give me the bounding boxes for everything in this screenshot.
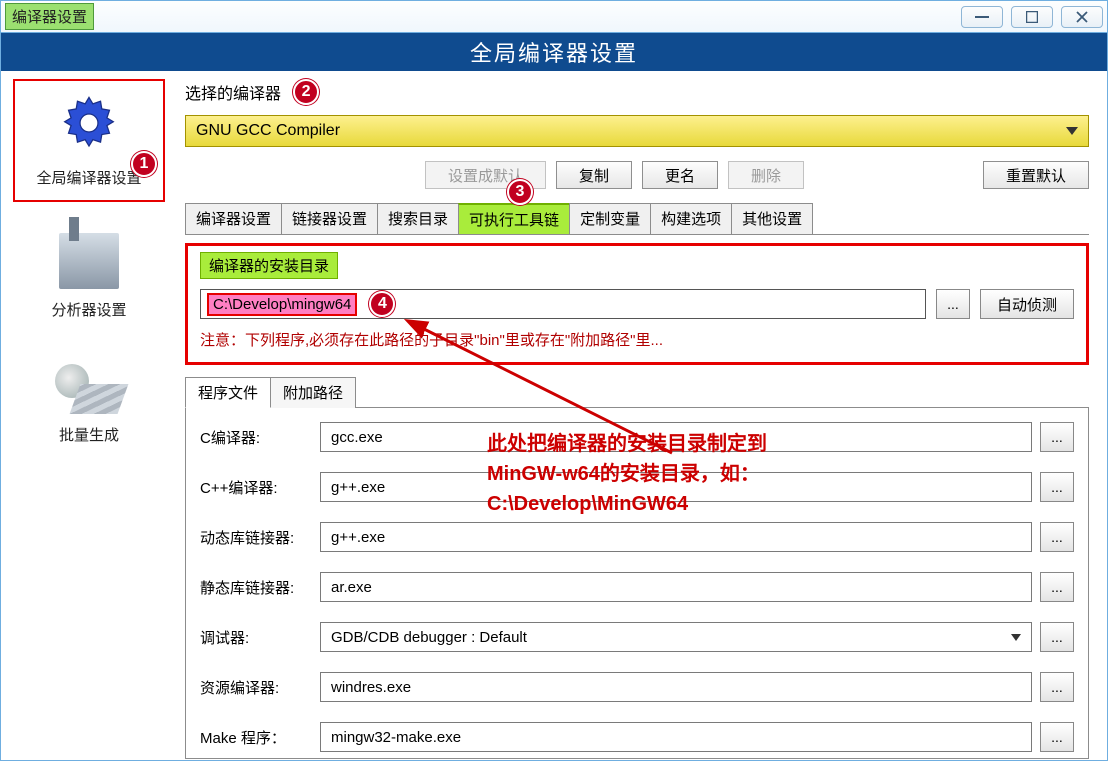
cpp-compiler-label: C++编译器: [200, 477, 312, 498]
tab-compiler-settings[interactable]: 编译器设置 [185, 203, 282, 234]
window-title: 编译器设置 [5, 3, 94, 30]
sidebar-item-profiler[interactable]: 分析器设置 [1, 220, 177, 333]
subtab-extra-paths[interactable]: 附加路径 [270, 377, 356, 408]
window: 编译器设置 全局编译器设置 全局编译器设置 分析器设置 批量生成 [0, 0, 1108, 761]
make-input[interactable]: mingw32-make.exe [320, 722, 1032, 752]
cpp-compiler-browse[interactable]: ... [1040, 472, 1074, 502]
main-panel: 选择的编译器 2 GNU GCC Compiler 设置成默认 复制 更名 删除… [177, 71, 1107, 760]
profiler-icon [59, 233, 119, 289]
titlebar: 编译器设置 [1, 1, 1107, 33]
statlink-label: 静态库链接器: [200, 577, 312, 598]
programs-panel: C编译器: gcc.exe ... C++编译器: g++.exe ... 动态… [185, 407, 1089, 759]
cpp-compiler-input[interactable]: g++.exe [320, 472, 1032, 502]
annotation-badge-2: 2 [293, 79, 319, 105]
res-compiler-input[interactable]: windres.exe [320, 672, 1032, 702]
statlink-browse[interactable]: ... [1040, 572, 1074, 602]
minimize-button[interactable] [961, 6, 1003, 28]
reset-button[interactable]: 重置默认 [983, 161, 1089, 189]
rename-button[interactable]: 更名 [642, 161, 718, 189]
install-note: 注意：下列程序,必须存在此路径的子目录"bin"里或存在"附加路径"里... [200, 329, 1074, 350]
c-compiler-input[interactable]: gcc.exe [320, 422, 1032, 452]
sidebar-item-batch[interactable]: 批量生成 [1, 351, 177, 458]
compiler-value: GNU GCC Compiler [196, 122, 340, 140]
annotation-badge-3: 3 [507, 179, 533, 205]
sidebar-item-global-compiler[interactable]: 全局编译器设置 [13, 79, 165, 202]
statlink-input[interactable]: ar.exe [320, 572, 1032, 602]
res-compiler-browse[interactable]: ... [1040, 672, 1074, 702]
make-label: Make 程序： [200, 727, 312, 748]
sidebar-item-label: 分析器设置 [2, 299, 176, 320]
install-dir-group: 编译器的安装目录 C:\Develop\mingw64 4 ... 自动侦测 注… [185, 243, 1089, 365]
install-dir-label: 编译器的安装目录 [200, 252, 338, 279]
install-path-input[interactable]: C:\Develop\mingw64 4 [200, 289, 926, 319]
tab-linker-settings[interactable]: 链接器设置 [281, 203, 378, 234]
auto-detect-button[interactable]: 自动侦测 [980, 289, 1074, 319]
tabs: 编译器设置 链接器设置 搜索目录 可执行工具链 定制变量 构建选项 其他设置 [185, 203, 1089, 235]
chevron-down-icon [1066, 127, 1078, 135]
subtab-programs[interactable]: 程序文件 [185, 377, 271, 408]
close-button[interactable] [1061, 6, 1103, 28]
c-compiler-browse[interactable]: ... [1040, 422, 1074, 452]
browse-button[interactable]: ... [936, 289, 970, 319]
subtabs: 程序文件 附加路径 [185, 377, 1089, 408]
annotation-badge-4: 4 [369, 291, 395, 317]
dynlink-input[interactable]: g++.exe [320, 522, 1032, 552]
tab-toolchain[interactable]: 可执行工具链 [458, 203, 570, 234]
c-compiler-label: C编译器: [200, 427, 312, 448]
debugger-browse[interactable]: ... [1040, 622, 1074, 652]
res-compiler-label: 资源编译器: [200, 677, 312, 698]
maximize-button[interactable] [1011, 6, 1053, 28]
tab-other[interactable]: 其他设置 [731, 203, 813, 234]
banner-title: 全局编译器设置 [1, 33, 1107, 71]
debugger-label: 调试器: [200, 627, 312, 648]
debugger-select[interactable]: GDB/CDB debugger : Default [320, 622, 1032, 652]
window-controls [961, 6, 1103, 28]
tab-search-dirs[interactable]: 搜索目录 [377, 203, 459, 234]
copy-button[interactable]: 复制 [556, 161, 632, 189]
sidebar-item-label: 批量生成 [2, 424, 176, 445]
compiler-select[interactable]: GNU GCC Compiler [185, 115, 1089, 147]
dynlink-browse[interactable]: ... [1040, 522, 1074, 552]
tab-custom-vars[interactable]: 定制变量 [569, 203, 651, 234]
batch-icon [55, 364, 123, 414]
install-path-value: C:\Develop\mingw64 [209, 295, 355, 314]
dynlink-label: 动态库链接器: [200, 527, 312, 548]
chevron-down-icon [1011, 634, 1021, 641]
gear-icon [15, 91, 163, 159]
tab-build-options[interactable]: 构建选项 [650, 203, 732, 234]
make-browse[interactable]: ... [1040, 722, 1074, 752]
annotation-badge-1: 1 [131, 151, 157, 177]
delete-button[interactable]: 删除 [728, 161, 804, 189]
compiler-label: 选择的编译器 [185, 80, 281, 104]
